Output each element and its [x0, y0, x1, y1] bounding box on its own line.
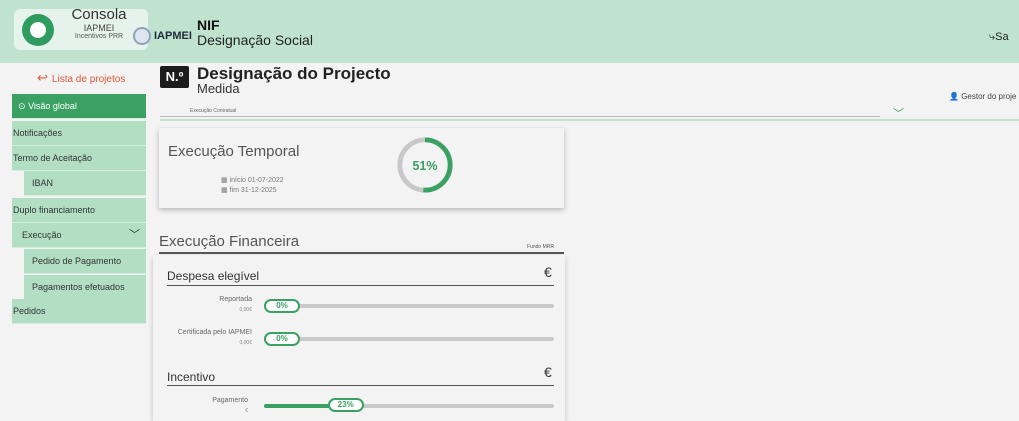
nif-label: NIF	[197, 17, 220, 33]
sidebar-item-label: IBAN	[32, 178, 54, 188]
gestor-projeto[interactable]: 👤 Gestor do proje	[949, 92, 1016, 101]
calendar-icon: ▦	[221, 177, 228, 184]
incentivo-title: Incentivo	[167, 370, 216, 384]
divider	[167, 385, 554, 386]
sidebar-item-pagamentos-efetuados[interactable]: Pagamentos efetuados	[24, 275, 146, 300]
divider	[167, 285, 554, 286]
sidebar-item-termo-aceitacao[interactable]: Termo de Aceitação	[12, 146, 146, 171]
ring-percent-label: 51%	[412, 159, 437, 173]
circle-arrow-icon: ⊙	[18, 101, 26, 111]
chevron-down-icon: ﹀	[893, 108, 904, 120]
data-inicio-label: início 01-07-2022	[229, 177, 284, 184]
lista-projetos-link[interactable]: ↩ Lista de projetos	[37, 70, 125, 86]
financeira-title: Execução Financeira	[159, 233, 300, 250]
row-label: Reportada	[219, 296, 252, 303]
card-title: Execução Temporal	[168, 143, 300, 160]
data-fim: ▦ fim 31-12-2025	[221, 186, 277, 194]
sidebar-item-label: Duplo financiamento	[13, 205, 96, 215]
execucao-temporal-card: Execução Temporal ▦ início 01-07-2022 ▦ …	[159, 128, 564, 208]
sidebar-item-iban[interactable]: IBAN	[24, 171, 146, 196]
logout-button[interactable]: ⤷Sa	[989, 31, 1009, 44]
sidebar-item-duplo-financiamento[interactable]: Duplo financiamento	[12, 198, 146, 223]
calendar-icon: ▦	[221, 187, 228, 194]
consola-subtitle: IAPMEI	[83, 23, 115, 33]
chevron-down-icon: ﹀	[129, 229, 140, 241]
data-inicio: ▦ início 01-07-2022	[221, 176, 284, 184]
progress-bar	[264, 404, 554, 408]
iapmei-logo-icon	[133, 27, 151, 45]
row-value: €	[245, 408, 248, 414]
sidebar-item-pedido-pagamento[interactable]: Pedido de Pagamento	[24, 249, 146, 274]
back-arrow-icon: ↩	[37, 70, 48, 85]
sidebar-item-visao-global[interactable]: ⊙ Visão global	[12, 94, 146, 119]
progress-pill: 23%	[327, 398, 364, 412]
row-label: Certificada pelo IAPMEI	[177, 329, 252, 336]
execution-type-select[interactable]: Execução Contratual ﹀	[160, 103, 1019, 121]
euro-icon: €	[544, 364, 552, 380]
consola-logo-icon	[22, 14, 54, 46]
progress-pill: 0%	[264, 332, 300, 346]
sidebar-item-pedidos[interactable]: Pedidos	[12, 299, 146, 324]
progress-bar	[264, 304, 554, 308]
divider	[159, 252, 564, 254]
consola-subtitle-2: Incentivos PRR	[74, 33, 124, 40]
sidebar-item-label: Pagamentos efetuados	[32, 282, 125, 292]
euro-icon: €	[544, 264, 552, 280]
sidebar-item-label: Pedido de Pagamento	[32, 256, 122, 266]
gestor-label: Gestor do proje	[961, 92, 1017, 101]
sidebar-item-label: Pedidos	[13, 306, 46, 316]
progress-pill: 0%	[264, 299, 300, 313]
consola-title: Consola	[71, 6, 127, 23]
temporal-progress-ring: 51%	[397, 137, 453, 193]
progress-fill	[264, 404, 331, 408]
sidebar-item-execucao[interactable]: Execução ﹀	[12, 223, 146, 248]
row-label: Pagamento	[212, 397, 248, 404]
row-value: 0,00€	[239, 307, 252, 313]
despesa-title: Despesa elegível	[167, 269, 260, 283]
medida-label: Medida	[197, 81, 240, 96]
select-value: Execução Contratual	[190, 108, 237, 114]
iapmei-logo-text: IAPMEI	[154, 30, 192, 42]
lista-projetos-label: Lista de projetos	[51, 74, 126, 85]
sidebar-item-label: Termo de Aceitação	[13, 153, 93, 163]
sidebar-item-label: Visão global	[28, 101, 77, 111]
row-value: 0,00€	[239, 340, 252, 346]
top-bar	[0, 0, 1019, 63]
user-icon: 👤	[949, 92, 959, 101]
project-number-badge: N.º	[160, 66, 189, 88]
progress-bar	[264, 337, 554, 341]
sidebar-item-notificacoes[interactable]: Notificações	[12, 121, 146, 146]
select-field	[160, 103, 880, 117]
fundo-label: Fundo MRR	[527, 244, 554, 250]
data-fim-label: fim 31-12-2025	[229, 187, 277, 194]
sidebar-item-label: Execução	[22, 230, 62, 240]
designacao-social: Designação Social	[197, 32, 313, 48]
logout-label: Sa	[995, 31, 1009, 43]
sidebar-item-label: Notificações	[13, 128, 63, 138]
